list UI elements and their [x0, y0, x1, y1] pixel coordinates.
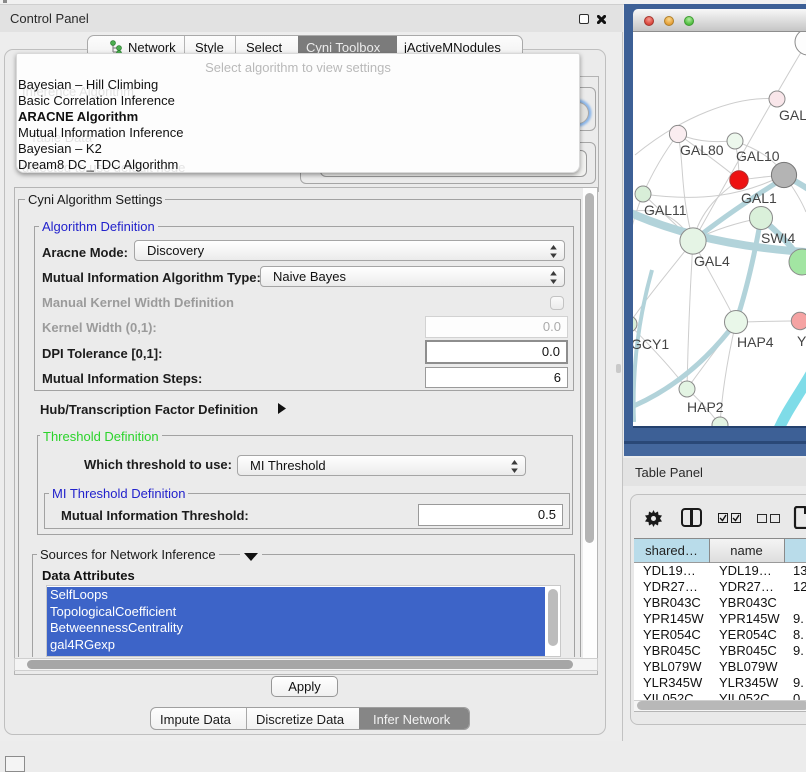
svg-text:SWI4: SWI4 — [761, 230, 795, 246]
svg-text:GAL4: GAL4 — [694, 253, 730, 269]
svg-text:HAP4: HAP4 — [737, 334, 774, 350]
svg-text:GAL10: GAL10 — [736, 148, 780, 164]
svg-text:GAL80: GAL80 — [680, 142, 724, 158]
svg-text:Y: Y — [797, 333, 806, 349]
svg-text:GAL2: GAL2 — [779, 107, 806, 123]
svg-text:GAL1: GAL1 — [741, 190, 777, 206]
svg-text:HAP2: HAP2 — [687, 399, 724, 415]
svg-text:GAL11: GAL11 — [644, 202, 687, 218]
svg-text:GCY1: GCY1 — [633, 336, 669, 352]
